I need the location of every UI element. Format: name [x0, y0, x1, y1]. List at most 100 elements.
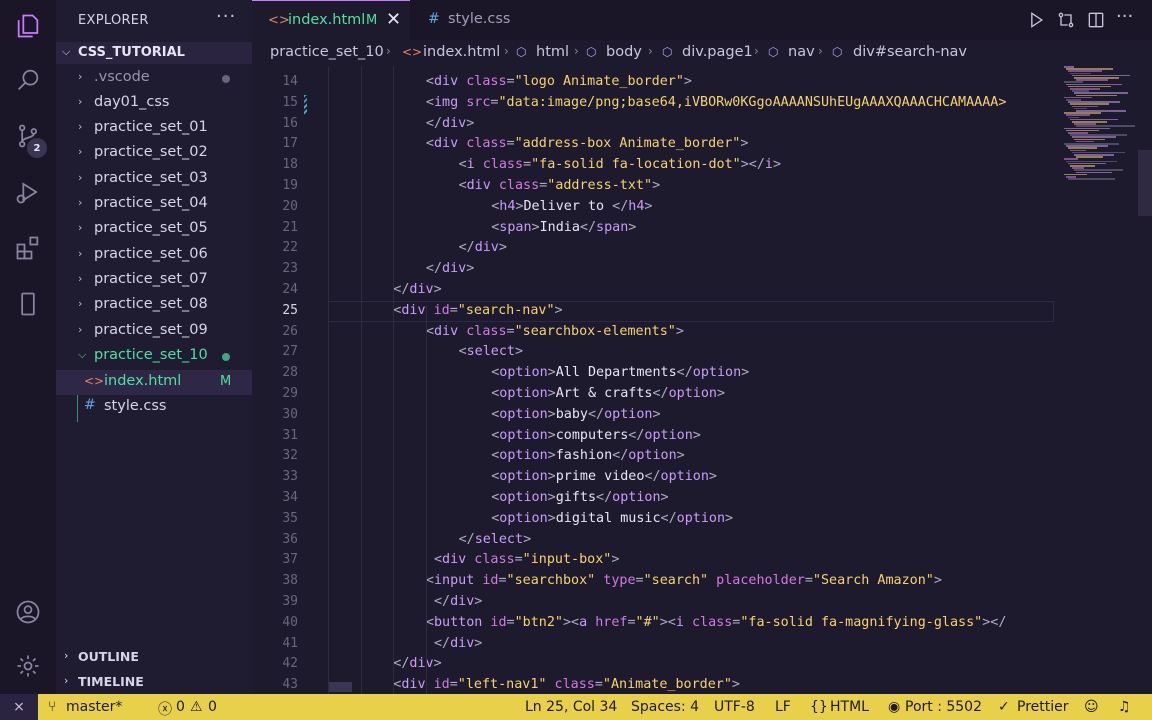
run-icon[interactable]	[1026, 10, 1046, 30]
breadcrumb-html[interactable]: html	[536, 44, 569, 60]
code-editor[interactable]: 14 15 16 17 18 19 20 21 22 23 24 25 26 27 28 29 30 31 32 33…	[252, 66, 1152, 694]
code-line[interactable]: </div>	[426, 592, 482, 613]
code-line[interactable]: </select>	[459, 530, 532, 551]
language-mode[interactable]: HTML	[830, 699, 869, 715]
chevron-right-icon: ›	[78, 145, 83, 158]
encoding[interactable]: UTF-8	[714, 699, 755, 715]
code-line[interactable]: </div>	[459, 238, 507, 259]
tree-folder-practice-03[interactable]: › practice_set_03	[56, 167, 252, 192]
code-line[interactable]: <i class="fa-solid fa-location-dot"></i>	[459, 155, 781, 176]
code-line[interactable]: <option>Art & crafts</option>	[491, 384, 725, 405]
code-line[interactable]: </div>	[426, 259, 474, 280]
code-line[interactable]: <input id="searchbox" type="search" plac…	[426, 571, 942, 592]
more-actions-icon[interactable]: ···	[216, 6, 236, 27]
settings-gear-icon[interactable]	[14, 652, 42, 680]
code-line[interactable]: <div id="search-nav">	[393, 301, 562, 322]
explorer-files-icon[interactable]	[14, 12, 42, 40]
code-line[interactable]: <option>gifts</option>	[491, 488, 668, 509]
css-file-icon: #	[428, 11, 440, 27]
code-line[interactable]: <div class="address-txt">	[459, 176, 661, 197]
chevron-right-icon: ›	[78, 221, 83, 234]
tree-folder-practice-05[interactable]: › practice_set_05	[56, 217, 252, 242]
tree-folder-vscode[interactable]: › .vscode	[56, 66, 252, 91]
end-of-line[interactable]: LF	[775, 699, 791, 715]
code-line[interactable]: </div>	[426, 634, 482, 655]
code-line[interactable]: <option>digital music</option>	[491, 509, 733, 530]
code-line[interactable]: <select>	[459, 342, 524, 363]
breadcrumb-file[interactable]: index.html	[423, 44, 500, 60]
cursor-position[interactable]: Ln 25, Col 34	[525, 699, 617, 715]
more-actions-icon[interactable]: ···	[1116, 6, 1133, 27]
tree-file-style-css[interactable]: # style.css	[56, 395, 252, 420]
search-icon[interactable]	[14, 66, 42, 94]
vertical-scrollbar[interactable]	[1138, 150, 1152, 216]
code-line[interactable]: <div id="left-nav1" class="Animate_borde…	[393, 675, 740, 694]
code-line[interactable]: </div>	[393, 280, 441, 301]
breadcrumb-div-page1[interactable]: div.page1	[682, 44, 753, 60]
indent-guide	[360, 66, 362, 694]
code-line[interactable]: <img src="data:image/png;base64,iVBORw0K…	[426, 93, 1006, 114]
tree-folder-practice-04[interactable]: › practice_set_04	[56, 192, 252, 217]
chevron-right-icon: ›	[78, 247, 83, 260]
code-line[interactable]: <div class="searchbox-elements">	[426, 322, 684, 343]
tree-folder-practice-01[interactable]: › practice_set_01	[56, 116, 252, 141]
breadcrumb-body[interactable]: body	[606, 44, 642, 60]
code-line[interactable]: <option>All Departments</option>	[491, 363, 749, 384]
warning-count[interactable]: 0	[208, 699, 217, 715]
notifications-bell-icon[interactable]: ♫	[1118, 699, 1131, 715]
tree-item-label: practice_set_03	[94, 170, 208, 186]
prettier-formatter[interactable]: Prettier	[1017, 699, 1069, 715]
code-line[interactable]: </div>	[426, 114, 474, 135]
code-line[interactable]: </div>	[393, 654, 441, 675]
tree-folder-day01[interactable]: › day01_css	[56, 91, 252, 116]
tab-style-css[interactable]: # style.css	[410, 0, 530, 40]
error-count[interactable]: 0	[176, 699, 185, 715]
breadcrumb-nav[interactable]: nav	[788, 44, 815, 60]
compare-changes-icon[interactable]	[1056, 10, 1076, 30]
minimap[interactable]	[1058, 66, 1140, 186]
css-file-icon: #	[84, 397, 96, 413]
tree-folder-practice-02[interactable]: › practice_set_02	[56, 141, 252, 166]
workspace-root-folder[interactable]: ⌵ CSS_TUTORIAL	[56, 42, 252, 64]
code-line[interactable]: <option>fashion</option>	[491, 446, 685, 467]
code-line[interactable]: <option>computers</option>	[491, 426, 701, 447]
tree-folder-practice-07[interactable]: › practice_set_07	[56, 268, 252, 293]
horizontal-scrollbar[interactable]	[328, 682, 352, 692]
line-number: 16	[282, 115, 298, 131]
split-editor-icon[interactable]	[1086, 10, 1106, 30]
feedback-icon[interactable]: ☺	[1084, 699, 1099, 715]
code-line[interactable]: <option>prime video</option>	[491, 467, 717, 488]
line-number: 22	[282, 240, 298, 256]
code-line[interactable]: <span>India</span>	[491, 218, 636, 239]
code-line[interactable]: <button id="btn2"><a href="#"><i class="…	[426, 613, 1006, 634]
run-debug-icon[interactable]	[14, 178, 42, 206]
tree-file-index-html[interactable]: <> index.html M	[56, 370, 252, 395]
code-line[interactable]: <div class="input-box">	[426, 550, 619, 571]
tab-index-html[interactable]: <> index.html M ✕	[252, 0, 410, 40]
line-number-gutter: 14 15 16 17 18 19 20 21 22 23 24 25 26 27 28 29 30 31 32 33…	[252, 66, 312, 694]
indent-guide	[425, 306, 427, 694]
live-server-port[interactable]: Port : 5502	[905, 699, 982, 715]
indentation[interactable]: Spaces: 4	[631, 699, 699, 715]
remote-icon[interactable]: ⨯	[0, 694, 38, 720]
timeline-label: TIMELINE	[78, 674, 144, 689]
timeline-panel-header[interactable]: › TIMELINE	[56, 670, 252, 694]
line-number: 40	[282, 614, 298, 630]
code-line[interactable]: <div class="logo Animate_border">	[426, 72, 692, 93]
close-icon[interactable]: ✕	[386, 9, 401, 30]
code-line[interactable]: <h4>Deliver to </h4>	[491, 197, 652, 218]
breadcrumb-folder[interactable]: practice_set_10	[270, 44, 384, 60]
breadcrumb-div-search-nav[interactable]: div#search-nav	[853, 44, 967, 60]
tree-folder-practice-06[interactable]: › practice_set_06	[56, 243, 252, 268]
outline-panel-header[interactable]: › OUTLINE	[56, 645, 252, 669]
code-line[interactable]: <div class="address-box Animate_border">	[426, 134, 748, 155]
device-icon[interactable]	[14, 290, 42, 318]
branch-name[interactable]: master*	[66, 699, 122, 715]
extensions-icon[interactable]	[14, 234, 42, 262]
tree-folder-practice-10[interactable]: ⌵ practice_set_10	[56, 344, 252, 369]
account-icon[interactable]	[14, 598, 42, 626]
tree-folder-practice-09[interactable]: › practice_set_09	[56, 319, 252, 344]
code-line[interactable]: <option>baby</option>	[491, 405, 660, 426]
tree-folder-practice-08[interactable]: › practice_set_08	[56, 293, 252, 318]
tab-label: index.html	[288, 12, 366, 28]
